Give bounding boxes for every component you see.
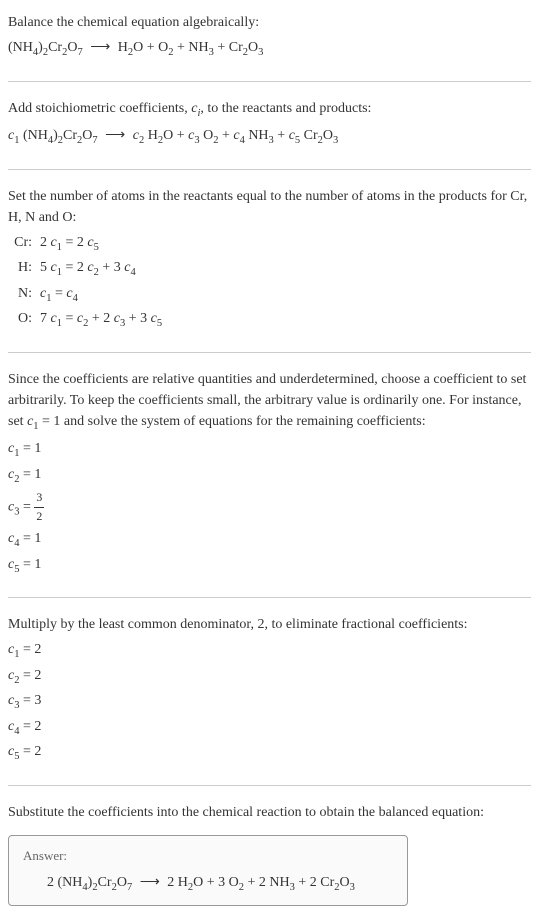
- atom-row: H: 5 c1 = 2 c2 + 3 c4: [8, 257, 531, 281]
- atoms-table: Cr: 2 c1 = 2 c5 H: 5 c1 = 2 c2 + 3 c4 N:…: [8, 232, 531, 332]
- atom-element: O:: [8, 308, 40, 332]
- coef-list: c1 = 1 c2 = 1 c3 = 32 c4 = 1 c5 = 1: [8, 438, 531, 577]
- intro-equation: (NH4)2Cr2O7 ⟶ H2O + O2 + NH3 + Cr2O3: [8, 37, 531, 61]
- coef-item: c3 = 32: [8, 489, 531, 526]
- atom-element: Cr:: [8, 232, 40, 256]
- coef-item: c1 = 2: [8, 639, 531, 663]
- divider: [8, 785, 531, 786]
- coef-item: c4 = 2: [8, 716, 531, 740]
- atom-equation: 2 c1 = 2 c5: [40, 232, 531, 256]
- coef-item: c1 = 1: [8, 438, 531, 462]
- divider: [8, 169, 531, 170]
- answer-label: Answer:: [23, 846, 393, 866]
- solve-text: Since the coefficients are relative quan…: [8, 369, 531, 435]
- final-text: Substitute the coefficients into the che…: [8, 802, 531, 823]
- atom-equation: 7 c1 = c2 + 2 c3 + 3 c5: [40, 308, 531, 332]
- answer-box: Answer: 2 (NH4)2Cr2O7 ⟶ 2 H2O + 3 O2 + 2…: [8, 835, 408, 906]
- coef-item: c5 = 2: [8, 741, 531, 765]
- stoich-text: Add stoichiometric coefficients, ci, to …: [8, 98, 531, 122]
- stoich-section: Add stoichiometric coefficients, ci, to …: [0, 94, 539, 157]
- atom-element: N:: [8, 283, 40, 307]
- coef-item: c4 = 1: [8, 528, 531, 552]
- multiply-section: Multiply by the least common denominator…: [0, 610, 539, 773]
- atom-equation: c1 = c4: [40, 283, 531, 307]
- coef-item: c2 = 1: [8, 464, 531, 488]
- atom-equation: 5 c1 = 2 c2 + 3 c4: [40, 257, 531, 281]
- divider: [8, 81, 531, 82]
- coef-item: c3 = 3: [8, 690, 531, 714]
- arrow-icon: ⟶: [105, 125, 125, 146]
- solve-section: Since the coefficients are relative quan…: [0, 365, 539, 585]
- answer-equation: 2 (NH4)2Cr2O7 ⟶ 2 H2O + 3 O2 + 2 NH3 + 2…: [23, 872, 393, 896]
- atoms-text: Set the number of atoms in the reactants…: [8, 186, 531, 228]
- coef-list: c1 = 2 c2 = 2 c3 = 3 c4 = 2 c5 = 2: [8, 639, 531, 765]
- atoms-section: Set the number of atoms in the reactants…: [0, 182, 539, 340]
- intro-section: Balance the chemical equation algebraica…: [0, 8, 539, 69]
- multiply-text: Multiply by the least common denominator…: [8, 614, 531, 635]
- final-section: Substitute the coefficients into the che…: [0, 798, 539, 827]
- stoich-equation: c1 (NH4)2Cr2O7 ⟶ c2 H2O + c3 O2 + c4 NH3…: [8, 125, 531, 149]
- arrow-icon: ⟶: [90, 37, 110, 58]
- atom-row: N: c1 = c4: [8, 283, 531, 307]
- atom-row: Cr: 2 c1 = 2 c5: [8, 232, 531, 256]
- atom-element: H:: [8, 257, 40, 281]
- coef-item: c2 = 2: [8, 665, 531, 689]
- atom-row: O: 7 c1 = c2 + 2 c3 + 3 c5: [8, 308, 531, 332]
- divider: [8, 597, 531, 598]
- arrow-icon: ⟶: [140, 872, 160, 893]
- intro-text: Balance the chemical equation algebraica…: [8, 12, 531, 33]
- divider: [8, 352, 531, 353]
- coef-item: c5 = 1: [8, 554, 531, 578]
